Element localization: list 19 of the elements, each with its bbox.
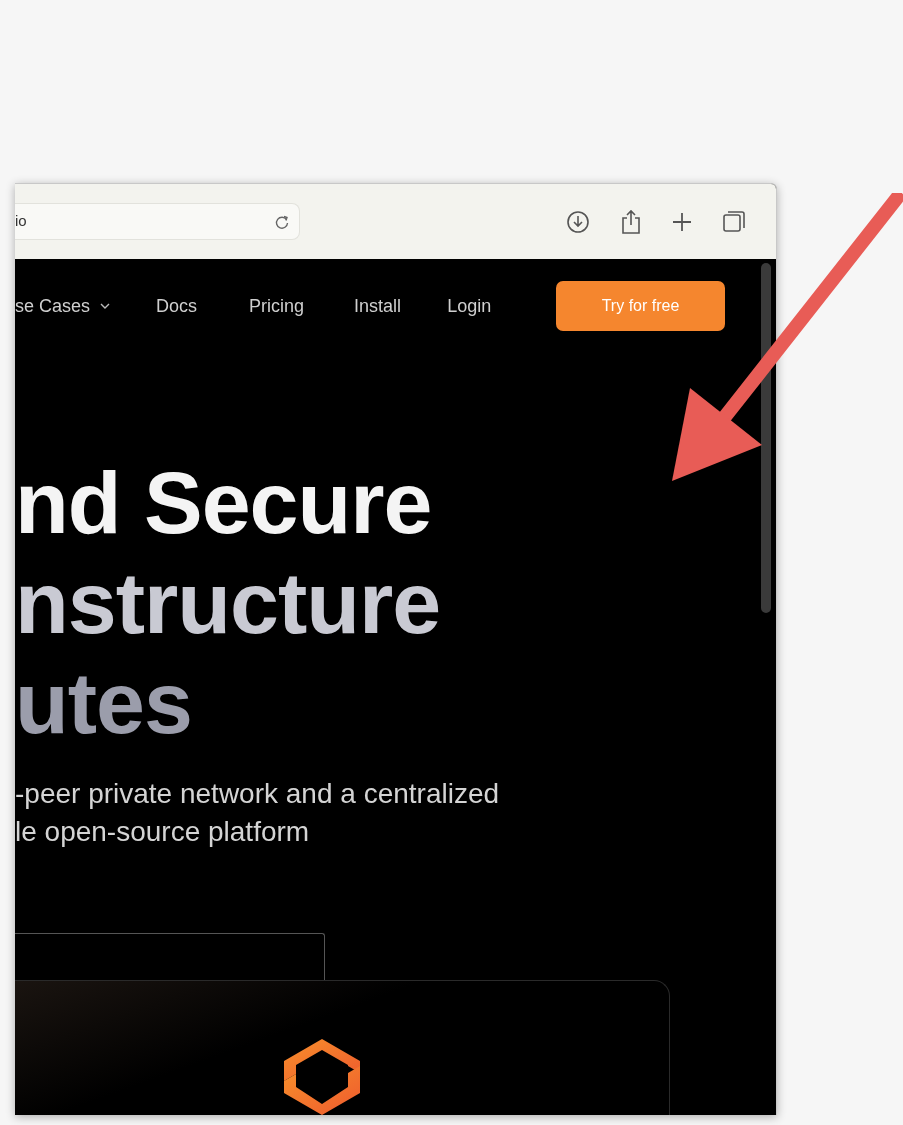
share-icon[interactable] <box>620 208 642 235</box>
scrollbar-thumb[interactable] <box>761 263 771 613</box>
nav-link[interactable]: Install <box>354 292 402 320</box>
plus-icon[interactable] <box>672 211 692 232</box>
subtitle-line: -peer private network and a centralized <box>15 777 501 811</box>
nav-link[interactable]: se Cases <box>15 292 111 320</box>
download-icon[interactable] <box>566 209 590 234</box>
nav-link[interactable]: Docs <box>156 292 198 320</box>
chevron-down-icon <box>100 303 111 309</box>
tabs-icon[interactable] <box>722 209 746 234</box>
subtitle-line: le open-source platform <box>15 815 311 849</box>
address-bar[interactable]: io <box>15 203 300 240</box>
nav-link[interactable]: Pricing <box>249 292 305 320</box>
headline-line: nd Secure <box>15 453 433 553</box>
headline-line: nstructure <box>15 553 442 653</box>
logo-icon <box>284 1039 360 1115</box>
nav-link[interactable]: Login <box>447 292 492 320</box>
address-text: io <box>15 211 27 232</box>
headline-line: utes <box>15 653 193 753</box>
